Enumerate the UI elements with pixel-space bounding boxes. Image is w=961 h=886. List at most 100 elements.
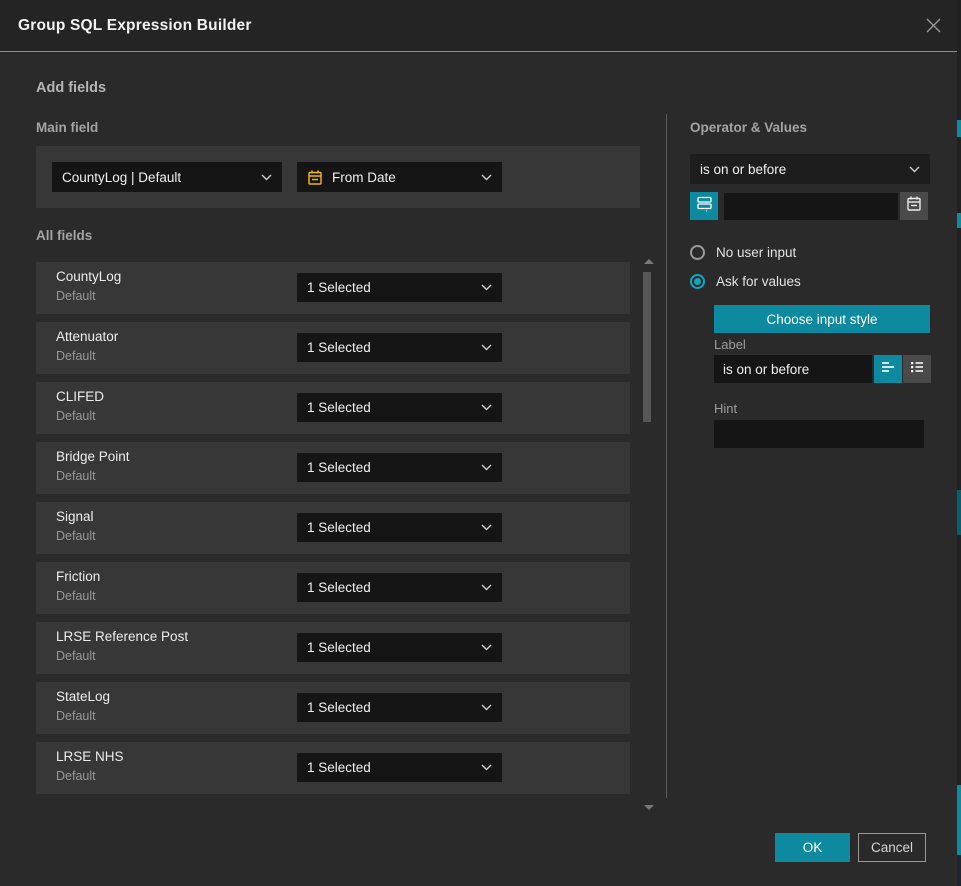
chevron-down-icon [481,584,492,591]
scrollbar-thumb[interactable] [643,272,651,422]
field-values-dropdown[interactable]: 1 Selected [297,453,502,482]
chevron-down-icon [481,344,492,351]
field-name: StateLog [56,689,110,704]
field-row-text: CLIFED Default [56,389,104,423]
list-scrollbar[interactable] [641,257,657,813]
field-name: Signal [56,509,96,524]
list-input-style-button[interactable] [903,355,931,383]
dialog-title: Group SQL Expression Builder [18,17,252,35]
field-values-dropdown[interactable]: 1 Selected [297,273,502,302]
operator-dropdown-value: is on or before [700,162,901,177]
field-row-text: CountyLog Default [56,269,121,303]
field-row: Signal Default 1 Selected [36,502,630,554]
radio-unselected-icon [690,245,705,260]
add-fields-heading: Add fields [36,80,106,96]
field-row: Attenuator Default 1 Selected [36,322,630,374]
value-date-input[interactable] [724,193,898,220]
chevron-down-icon [481,404,492,411]
chevron-down-icon [481,704,492,711]
operator-dropdown[interactable]: is on or before [690,154,930,184]
background-app-edge-segment [957,785,961,855]
field-values-dropdown-value: 1 Selected [307,520,473,535]
field-values-dropdown[interactable]: 1 Selected [297,693,502,722]
date-field-calendar-icon [307,169,323,186]
field-values-dropdown-value: 1 Selected [307,700,473,715]
hint-caption: Hint [714,401,737,416]
field-name: CountyLog [56,269,121,284]
cancel-button[interactable]: Cancel [858,833,926,862]
operator-values-heading: Operator & Values [690,120,807,135]
field-row: Bridge Point Default 1 Selected [36,442,630,494]
radio-ask-for-values[interactable]: Ask for values [690,274,801,289]
field-type-label: Default [56,409,104,423]
dialog-titlebar: Group SQL Expression Builder [0,0,961,52]
close-icon[interactable] [923,16,943,36]
field-row-text: LRSE NHS Default [56,749,124,783]
background-app-edge-segment [957,490,961,535]
scrollbar-down-arrow-icon[interactable] [644,805,654,810]
field-row: LRSE Reference Post Default 1 Selected [36,622,630,674]
ok-button[interactable]: OK [775,833,850,862]
field-row: LRSE NHS Default 1 Selected [36,742,630,794]
field-name: Friction [56,569,100,584]
field-row: Friction Default 1 Selected [36,562,630,614]
field-values-dropdown-value: 1 Selected [307,760,473,775]
field-row: StateLog Default 1 Selected [36,682,630,734]
field-name: LRSE NHS [56,749,124,764]
scrollbar-up-arrow-icon[interactable] [644,259,654,264]
chevron-down-icon [481,764,492,771]
field-type-label: Default [56,769,124,783]
layer-source-dropdown-value: CountyLog | Default [62,170,253,185]
date-picker-button[interactable] [900,192,928,220]
field-type-label: Default [56,589,100,603]
chevron-down-icon [481,524,492,531]
label-input[interactable] [714,355,872,383]
main-field-dropdown-value: From Date [332,170,473,185]
field-type-label: Default [56,529,96,543]
field-type-label: Default [56,469,130,483]
radio-no-user-input[interactable]: No user input [690,245,796,260]
radio-ask-for-values-label: Ask for values [716,274,801,289]
background-app-edge-segment [957,855,961,886]
calendar-icon [906,195,922,217]
field-values-dropdown-value: 1 Selected [307,280,473,295]
field-values-dropdown[interactable]: 1 Selected [297,333,502,362]
field-name: Bridge Point [56,449,130,464]
field-row-text: StateLog Default [56,689,110,723]
field-values-dropdown-value: 1 Selected [307,400,473,415]
field-name: LRSE Reference Post [56,629,188,644]
text-input-style-icon [880,360,896,379]
text-input-style-button[interactable] [874,355,902,383]
all-fields-heading: All fields [36,228,92,243]
label-caption: Label [714,337,746,352]
field-values-dropdown[interactable]: 1 Selected [297,573,502,602]
chevron-down-icon [481,284,492,291]
radio-no-user-input-label: No user input [716,245,796,260]
radio-selected-icon [690,274,705,289]
layer-source-dropdown[interactable]: CountyLog | Default [52,162,282,192]
field-values-dropdown-value: 1 Selected [307,580,473,595]
field-values-dropdown-value: 1 Selected [307,460,473,475]
field-values-dropdown[interactable]: 1 Selected [297,393,502,422]
choose-input-style-button[interactable]: Choose input style [714,305,930,333]
unique-values-button[interactable] [690,192,718,220]
list-input-style-icon [909,360,925,379]
chevron-down-icon [481,174,492,181]
field-row-text: Bridge Point Default [56,449,130,483]
panel-divider [666,114,667,798]
field-values-dropdown[interactable]: 1 Selected [297,753,502,782]
field-values-dropdown[interactable]: 1 Selected [297,633,502,662]
background-app-edge [957,0,961,886]
background-app-edge-segment [957,120,961,137]
field-row-text: Friction Default [56,569,100,603]
hint-input[interactable] [714,420,924,448]
unique-values-icon [696,195,713,217]
field-type-label: Default [56,709,110,723]
field-row: CLIFED Default 1 Selected [36,382,630,434]
field-name: Attenuator [56,329,118,344]
all-fields-list: CountyLog Default 1 Selected Attenuator … [36,262,630,794]
main-field-dropdown[interactable]: From Date [297,162,502,192]
field-values-dropdown[interactable]: 1 Selected [297,513,502,542]
background-app-edge-segment [957,213,961,228]
group-sql-expression-builder-dialog: Group SQL Expression Builder Add fields … [0,0,961,886]
